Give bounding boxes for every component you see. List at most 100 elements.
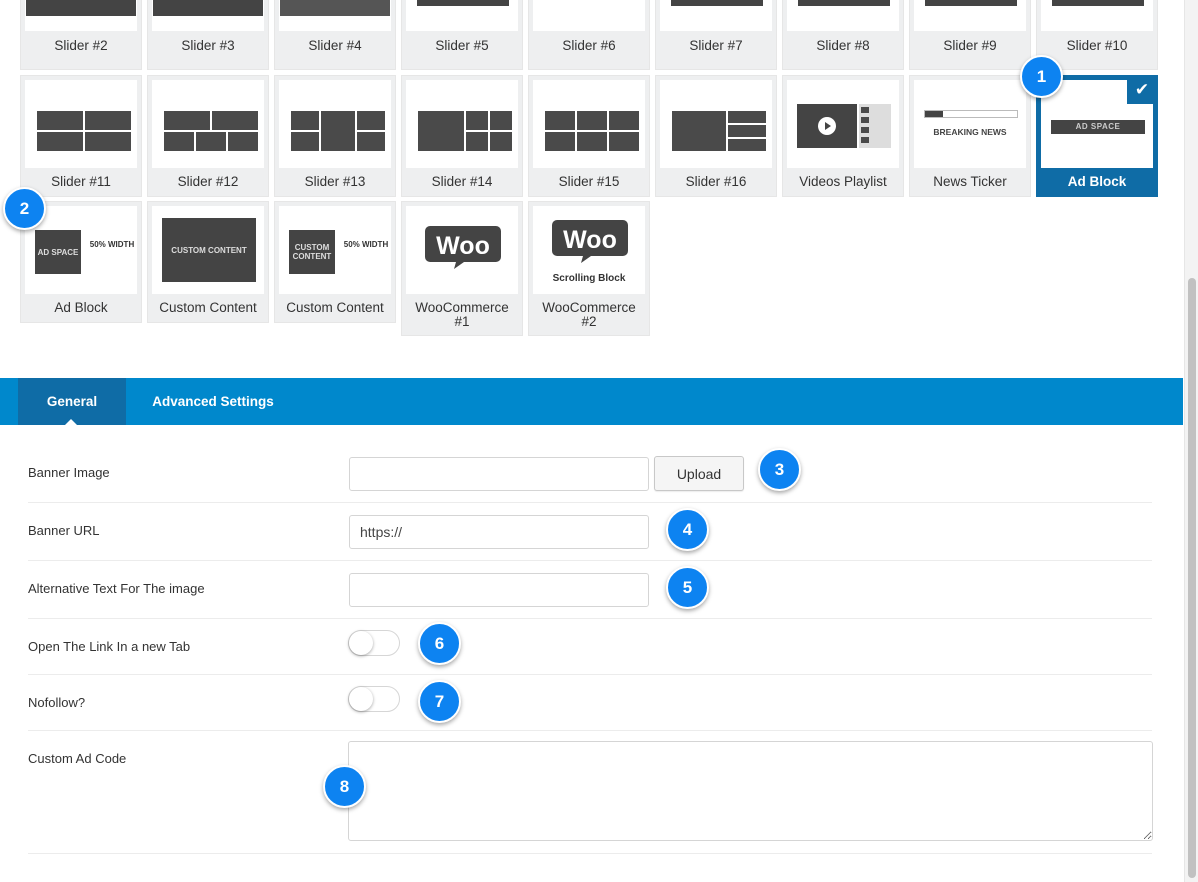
callout-badge-5: 5: [666, 566, 709, 609]
banner-image-label: Banner Image: [28, 465, 110, 480]
tab-advanced-settings[interactable]: Advanced Settings: [140, 378, 286, 425]
callout-badge-7: 7: [418, 680, 461, 723]
block-tile-videos-playlist[interactable]: Videos Playlist: [782, 75, 904, 197]
block-tile-slider-15[interactable]: Slider #15: [528, 75, 650, 197]
tab-general[interactable]: General: [18, 378, 126, 425]
banner-image-input[interactable]: [349, 457, 649, 491]
block-thumbnail: [914, 0, 1026, 31]
block-tile-slider-5[interactable]: Slider #5: [401, 0, 523, 70]
block-tile-slider-12[interactable]: Slider #12: [147, 75, 269, 197]
block-tile-custom-content-half[interactable]: CUSTOM CONTENT 50% WIDTH Custom Content: [274, 201, 396, 323]
block-tile-slider-16[interactable]: Slider #16: [655, 75, 777, 197]
block-tile-woocommerce-2[interactable]: Woo Scrolling Block WooCommerce #2: [528, 201, 650, 336]
banner-url-label: Banner URL: [28, 523, 100, 538]
form-row-open-new-tab: Open The Link In a new Tab: [28, 619, 1152, 675]
block-tile-slider-14[interactable]: Slider #14: [401, 75, 523, 197]
block-tile-slider-4[interactable]: Slider #4: [274, 0, 396, 70]
block-tile-news-ticker[interactable]: BREAKING NEWS News Ticker: [909, 75, 1031, 197]
callout-badge-1: 1: [1020, 55, 1063, 98]
block-label: Slider #8: [816, 38, 870, 53]
toggle-knob: [349, 631, 373, 655]
scrollbar-thumb[interactable]: [1188, 278, 1196, 878]
block-tile-slider-9[interactable]: Slider #9: [909, 0, 1031, 70]
block-thumbnail: [279, 0, 391, 31]
open-new-tab-label: Open The Link In a new Tab: [28, 639, 191, 654]
block-tile-slider-3[interactable]: Slider #3: [147, 0, 269, 70]
block-label: Slider #10: [1066, 38, 1128, 53]
vertical-scrollbar[interactable]: [1184, 0, 1198, 882]
block-label: WooCommerce #2: [542, 300, 636, 329]
block-thumbnail: [25, 0, 137, 31]
woo-logo: Woo: [552, 220, 628, 263]
block-thumbnail: [25, 80, 137, 168]
block-thumbnail: [152, 80, 264, 168]
callout-badge-4: 4: [666, 508, 709, 551]
block-label: Slider #7: [689, 38, 743, 53]
woo-logo-text: Woo: [563, 226, 617, 254]
block-thumbnail: [406, 80, 518, 168]
block-tile-slider-2[interactable]: Slider #2: [20, 0, 142, 70]
ad-space-text: AD SPACE: [35, 230, 81, 274]
custom-ad-code-textarea[interactable]: [348, 741, 1153, 841]
block-thumbnail: [1041, 0, 1153, 31]
block-label: Slider #14: [431, 174, 493, 189]
callout-badge-3: 3: [758, 448, 801, 491]
block-label: WooCommerce #1: [415, 300, 509, 329]
ad-space-text: AD SPACE: [1051, 120, 1145, 134]
block-label: News Ticker: [933, 174, 1007, 189]
callout-badge-6: 6: [418, 622, 461, 665]
block-label: Slider #12: [177, 174, 239, 189]
block-thumbnail: CUSTOM CONTENT: [152, 206, 264, 294]
custom-content-text: CUSTOM CONTENT: [162, 218, 256, 282]
woo-logo-text: Woo: [436, 232, 490, 260]
custom-content-text: CUSTOM CONTENT: [289, 230, 335, 274]
block-settings-page: Slider #2 Slider #3 Slider #4 Slider #5 …: [0, 0, 1198, 882]
alt-text-input[interactable]: [349, 573, 649, 607]
woo-logo: Woo: [425, 226, 501, 269]
block-thumbnail: [406, 0, 518, 31]
nofollow-label: Nofollow?: [28, 695, 86, 710]
block-tile-slider-8[interactable]: Slider #8: [782, 0, 904, 70]
open-new-tab-toggle[interactable]: [348, 630, 400, 656]
block-label: Custom Content: [159, 300, 257, 315]
block-label: Slider #5: [435, 38, 489, 53]
scrolling-block-text: Scrolling Block: [552, 273, 626, 284]
breaking-news-text: BREAKING NEWS: [933, 127, 1007, 137]
block-thumbnail: [533, 80, 645, 168]
checkmark-icon: ✔: [1127, 76, 1157, 104]
block-label: Slider #13: [304, 174, 366, 189]
block-tile-slider-11[interactable]: Slider #11: [20, 75, 142, 197]
block-label: Slider #16: [685, 174, 747, 189]
block-thumbnail: Woo: [406, 206, 518, 294]
toggle-knob: [349, 687, 373, 711]
block-thumbnail: [660, 0, 772, 31]
block-thumbnail: Woo Scrolling Block: [533, 206, 645, 294]
block-tile-custom-content-full[interactable]: CUSTOM CONTENT Custom Content: [147, 201, 269, 323]
callout-badge-8: 8: [323, 765, 366, 808]
alt-text-label: Alternative Text For The image: [28, 581, 205, 596]
callout-badge-2: 2: [3, 187, 46, 230]
play-icon: [818, 117, 836, 135]
block-thumbnail: [787, 0, 899, 31]
block-tile-slider-7[interactable]: Slider #7: [655, 0, 777, 70]
settings-tabbar: General Advanced Settings: [0, 378, 1183, 425]
block-label: Slider #15: [558, 174, 620, 189]
block-label: Slider #6: [562, 38, 616, 53]
block-tile-slider-6[interactable]: Slider #6: [528, 0, 650, 70]
block-thumbnail: [533, 0, 645, 31]
block-tile-woocommerce-1[interactable]: Woo WooCommerce #1: [401, 201, 523, 336]
block-tile-slider-13[interactable]: Slider #13: [274, 75, 396, 197]
nofollow-toggle[interactable]: [348, 686, 400, 712]
banner-url-input[interactable]: [349, 515, 649, 549]
half-width-text: 50% WIDTH: [89, 240, 135, 249]
custom-ad-code-label: Custom Ad Code: [28, 751, 127, 766]
block-label: Slider #3: [181, 38, 235, 53]
block-label: Slider #11: [51, 174, 111, 189]
active-tab-indicator: [64, 419, 78, 426]
block-label: Slider #9: [943, 38, 997, 53]
block-label: Videos Playlist: [799, 174, 887, 189]
upload-button[interactable]: Upload: [654, 456, 744, 491]
block-thumbnail: BREAKING NEWS: [914, 80, 1026, 168]
block-thumbnail: [152, 0, 264, 31]
block-thumbnail: [660, 80, 772, 168]
